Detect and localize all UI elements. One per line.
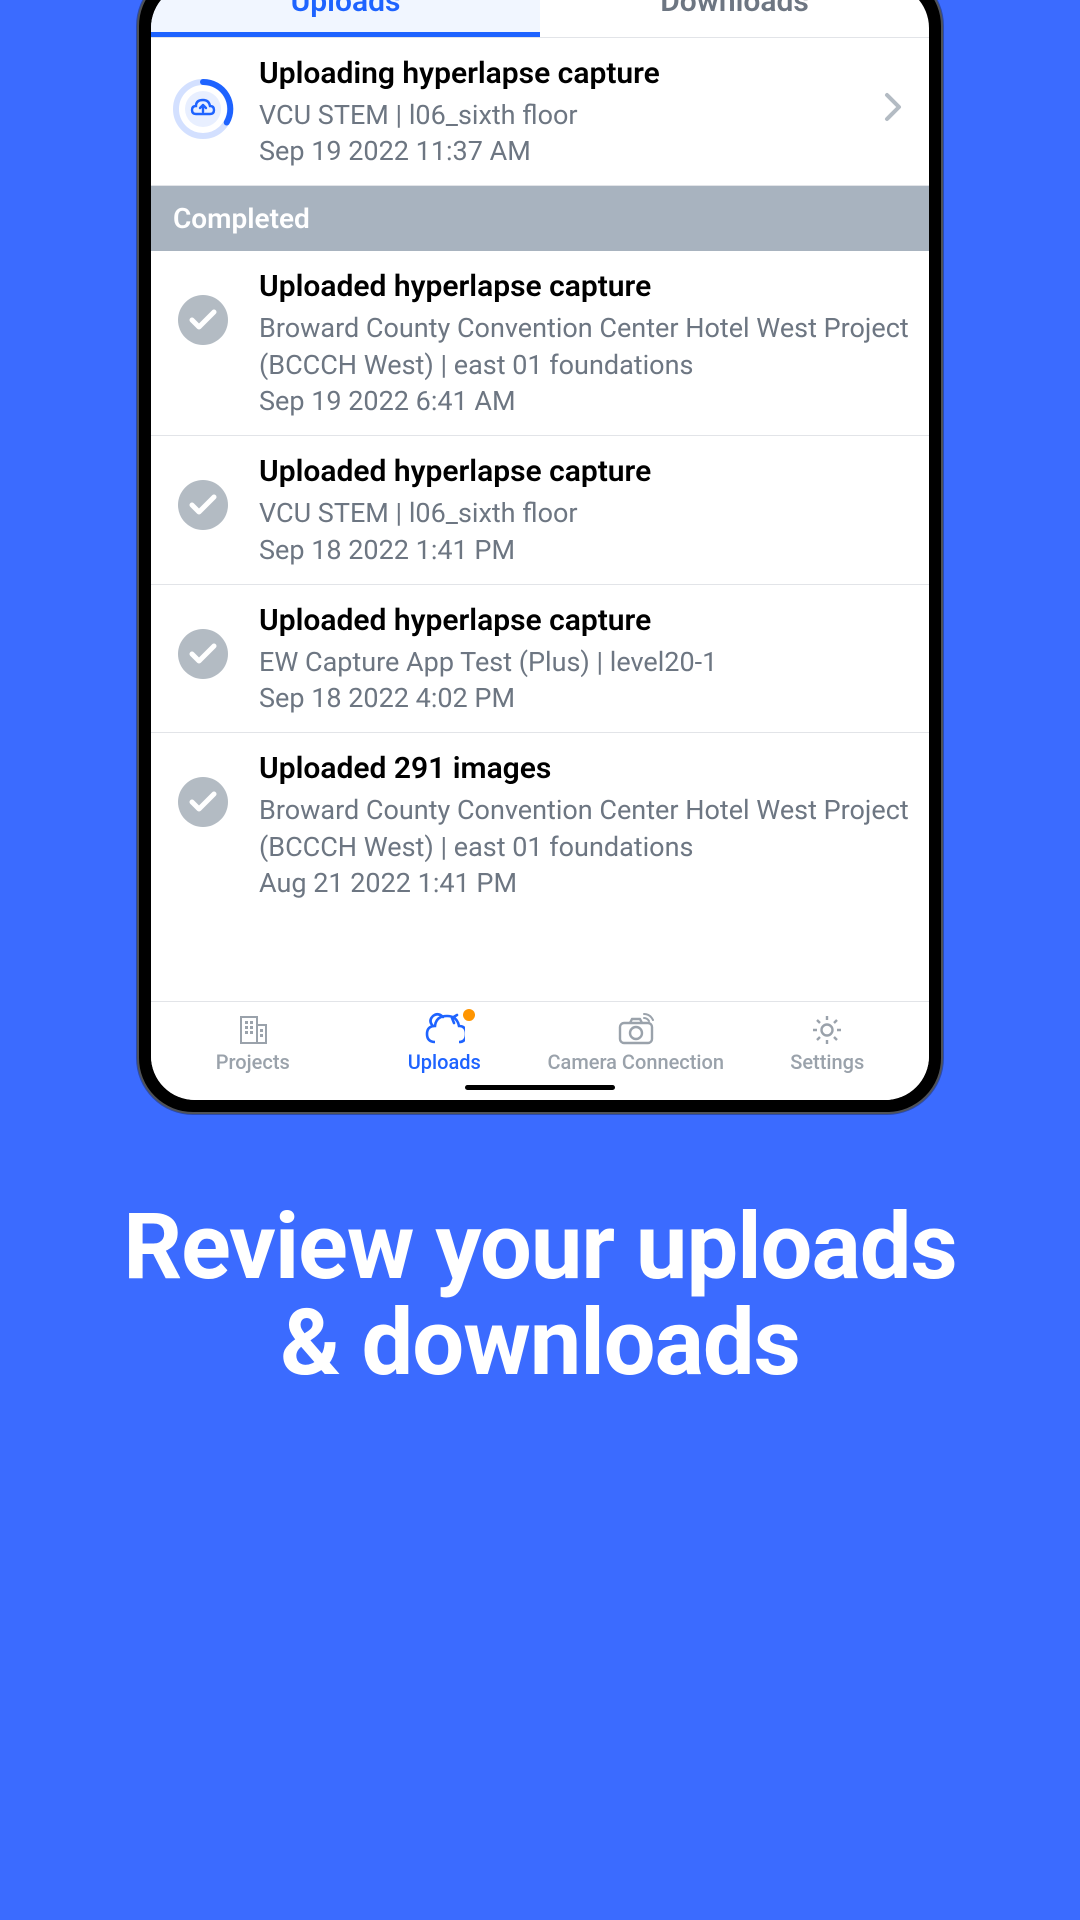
list-area: Uploading hyperlapse capture VCU STEM | … (151, 38, 929, 1001)
item-sub: VCU STEM | l06_sixth floor (259, 495, 909, 531)
cloud-upload-icon (423, 1010, 465, 1050)
active-upload-sub: VCU STEM | l06_sixth floor (259, 97, 877, 133)
list-item[interactable]: Uploaded hyperlapse capture VCU STEM | l… (151, 436, 929, 584)
tab-uploads-label: Uploads (408, 1050, 481, 1074)
tab-settings[interactable]: Settings (732, 1010, 924, 1074)
tab-projects-label: Projects (216, 1050, 290, 1074)
check-icon (178, 629, 228, 679)
item-sub: Broward County Convention Center Hotel W… (259, 792, 909, 865)
upload-progress-icon (172, 78, 234, 144)
promo-headline: Review your uploads & downloads (0, 1200, 1080, 1391)
item-date: Sep 19 2022 6:41 AM (259, 385, 909, 417)
check-icon (178, 480, 228, 530)
item-title: Uploaded hyperlapse capture (259, 269, 909, 304)
tab-projects[interactable]: Projects (157, 1010, 349, 1074)
tab-uploads-bottom[interactable]: Uploads (349, 1010, 541, 1074)
item-title: Uploaded 291 images (259, 751, 909, 786)
top-tabs: Uploads Downloads (151, 0, 929, 38)
list-item[interactable]: Uploaded hyperlapse capture EW Capture A… (151, 585, 929, 733)
active-upload-row[interactable]: Uploading hyperlapse capture VCU STEM | … (151, 38, 929, 186)
tab-camera-label: Camera Connection (547, 1050, 724, 1074)
gear-icon (810, 1010, 844, 1050)
chevron-right-icon (884, 92, 902, 126)
active-upload-title: Uploading hyperlapse capture (259, 56, 877, 91)
item-sub: EW Capture App Test (Plus) | level20-1 (259, 644, 909, 680)
phone-screen: Uploads Downloads (151, 0, 929, 1100)
camera-icon (616, 1010, 656, 1050)
section-header-completed: Completed (151, 186, 929, 251)
tab-settings-label: Settings (790, 1050, 864, 1074)
tab-uploads[interactable]: Uploads (151, 0, 540, 37)
item-date: Sep 18 2022 1:41 PM (259, 534, 909, 566)
list-item[interactable]: Uploaded 291 images Broward County Conve… (151, 733, 929, 917)
check-icon (178, 777, 228, 827)
item-title: Uploaded hyperlapse capture (259, 603, 909, 638)
item-date: Sep 18 2022 4:02 PM (259, 682, 909, 714)
active-upload-date: Sep 19 2022 11:37 AM (259, 135, 877, 167)
item-date: Aug 21 2022 1:41 PM (259, 867, 909, 899)
tab-camera-connection[interactable]: Camera Connection (540, 1010, 732, 1074)
item-title: Uploaded hyperlapse capture (259, 454, 909, 489)
building-icon (236, 1010, 270, 1050)
home-indicator (465, 1085, 615, 1090)
list-item[interactable]: Uploaded hyperlapse capture Broward Coun… (151, 251, 929, 436)
badge-dot (463, 1009, 475, 1021)
item-sub: Broward County Convention Center Hotel W… (259, 310, 909, 383)
check-icon (178, 295, 228, 345)
tab-downloads[interactable]: Downloads (540, 0, 929, 37)
